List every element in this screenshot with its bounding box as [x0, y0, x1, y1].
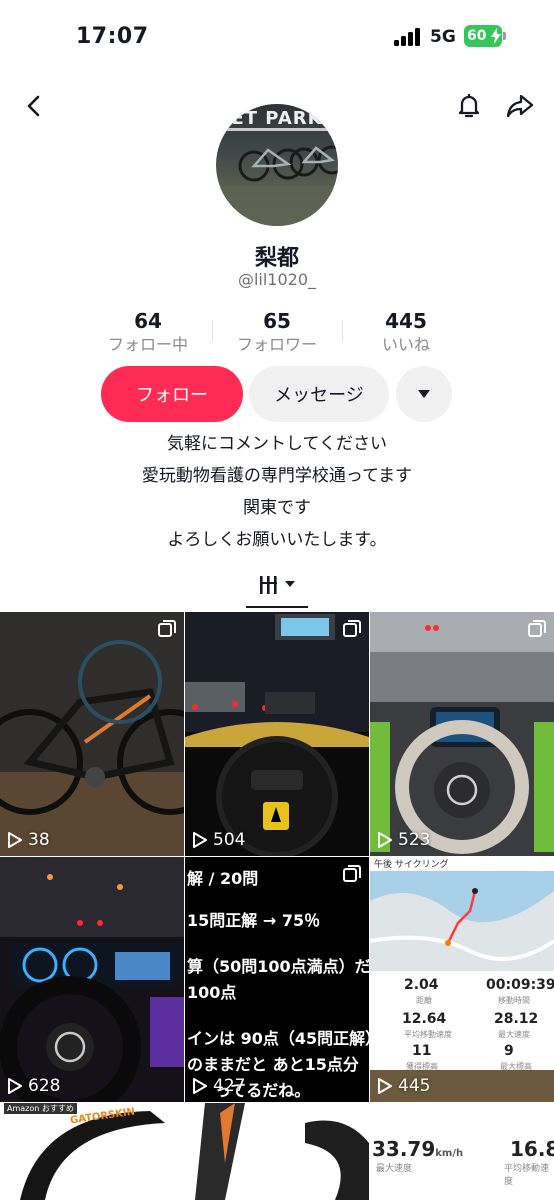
share-icon[interactable]: [500, 86, 540, 126]
video-tile[interactable]: 38: [0, 612, 184, 856]
status-time: 17:07: [76, 24, 149, 49]
map-stat-label: 平均移動速度: [404, 1030, 452, 1039]
map-stat-value: 00:09:39: [486, 977, 554, 993]
map-stat-value: 9: [504, 1043, 514, 1059]
quiz-text-line: インは 90点（45問正解）を: [187, 1029, 369, 1048]
play-count: 445: [378, 1076, 430, 1096]
thumbnail-steering-night: [0, 857, 184, 1102]
videos-tab[interactable]: [248, 572, 308, 606]
stat-followers[interactable]: 65 フォロワー: [212, 308, 342, 356]
video-tile[interactable]: 解 / 20問 15問正解 → 75％ 算（50問100点満点）だと 100点 …: [185, 857, 369, 1102]
following-label: フォロー中: [107, 335, 188, 354]
multi-image-icon: [528, 620, 546, 638]
play-count: 504: [193, 830, 245, 850]
map-stat-value: 28.12: [494, 1011, 539, 1027]
message-button[interactable]: メッセージ: [249, 366, 389, 422]
multi-image-icon: [343, 865, 361, 883]
quiz-text-line: 解 / 20問: [187, 869, 259, 888]
status-bar: 17:07 5G 60: [0, 0, 554, 70]
thumbnail-bike: [0, 612, 184, 856]
quiz-text-line: 100点: [187, 983, 237, 1002]
map-stat-label: 距離: [416, 996, 432, 1005]
bio-line: 気軽にコメントしてください: [167, 434, 387, 454]
stat-following[interactable]: 64 フォロー中: [83, 308, 213, 356]
quiz-text-line: 算（50問100点満点）だと: [187, 957, 369, 976]
back-icon[interactable]: [14, 86, 54, 126]
followers-count: 65: [263, 309, 291, 333]
view-count: 427: [213, 1076, 246, 1096]
video-tile[interactable]: 523: [370, 612, 554, 856]
view-count: 38: [28, 830, 50, 850]
battery-icon: 60: [464, 25, 506, 47]
play-icon: [378, 1078, 392, 1094]
tab-indicator: [246, 606, 308, 608]
video-tile[interactable]: 午後 サイクリング 2.04 距離 00:09:39 移動時間 12.64 平均…: [370, 857, 554, 1102]
map-stat-label: 移動時間: [498, 996, 530, 1005]
stat-likes[interactable]: 445 いいね: [341, 308, 471, 356]
play-count: 523: [378, 830, 430, 850]
battery-level: 60: [467, 28, 487, 44]
play-count: 38: [8, 830, 50, 850]
view-count: 628: [28, 1076, 61, 1096]
map-stat-value: 11: [412, 1043, 432, 1059]
bell-icon[interactable]: [449, 86, 489, 126]
bio-line: 関東です: [243, 498, 311, 518]
avg-speed-value: 16.85: [510, 1137, 554, 1161]
map-stat-value: 12.64: [402, 1011, 447, 1027]
max-speed-value: 33.79km/h: [372, 1137, 464, 1161]
max-speed-label: 最大速度: [376, 1164, 413, 1174]
play-icon: [193, 1078, 207, 1094]
bio-line: 愛玩動物看護の専門学校通ってます: [141, 466, 413, 486]
avg-speed-label: 平均移動速度: [504, 1164, 550, 1187]
follow-button[interactable]: フォロー: [101, 366, 243, 422]
following-count: 64: [134, 309, 162, 333]
username: @lil1020_: [237, 270, 317, 289]
display-name: 梨都: [254, 246, 299, 271]
bio-line: よろしくお願いいたします。: [167, 530, 387, 550]
video-tile[interactable]: 628: [0, 857, 184, 1102]
more-options-button[interactable]: [396, 366, 452, 422]
multi-image-icon: [343, 620, 361, 638]
view-count: 445: [398, 1076, 431, 1096]
thumbnail-bike-frame: [195, 1103, 369, 1200]
filter-icon: [260, 576, 295, 594]
likes-label: いいね: [381, 335, 430, 354]
likes-count: 445: [385, 309, 427, 333]
play-icon: [8, 832, 22, 848]
map-card-title: 午後 サイクリング: [374, 860, 449, 870]
play-count: 427: [193, 1076, 245, 1096]
quiz-text-line: のままだと あと15点分（約: [187, 1055, 369, 1074]
followers-label: フォロワー: [236, 335, 317, 354]
view-count: 523: [398, 830, 431, 850]
map-stat-value: 2.04: [404, 977, 439, 993]
video-tile[interactable]: 504: [185, 612, 369, 856]
bio: 気軽にコメントしてください 愛玩動物看護の専門学校通ってます 関東です よろしく…: [0, 428, 554, 556]
dropdown-icon: [418, 390, 430, 398]
map-stat-label: 最大速度: [498, 1030, 530, 1039]
tire-caption: Amazon おすすめ: [4, 1103, 77, 1114]
signal-icon: [394, 28, 424, 46]
video-tile[interactable]: [185, 1103, 369, 1200]
video-tile[interactable]: Amazon おすすめ GATORSKIN: [0, 1103, 184, 1200]
play-icon: [8, 1078, 22, 1094]
play-icon: [193, 832, 207, 848]
avatar[interactable]: ET PARK: [216, 104, 338, 226]
multi-image-icon: [158, 620, 176, 638]
play-icon: [378, 832, 392, 848]
play-count: 628: [8, 1076, 60, 1096]
route-map: [370, 871, 554, 971]
avatar-bicycles: [216, 128, 338, 226]
network-label: 5G: [430, 27, 456, 47]
thumbnail-steering-day: [370, 612, 554, 856]
video-tile[interactable]: 33.79km/h 最大速度 16.85 平均移動速度: [370, 1103, 554, 1200]
view-count: 504: [213, 830, 246, 850]
quiz-text-line: 15問正解 → 75％: [187, 911, 321, 930]
thumbnail-car-night: [185, 612, 369, 856]
